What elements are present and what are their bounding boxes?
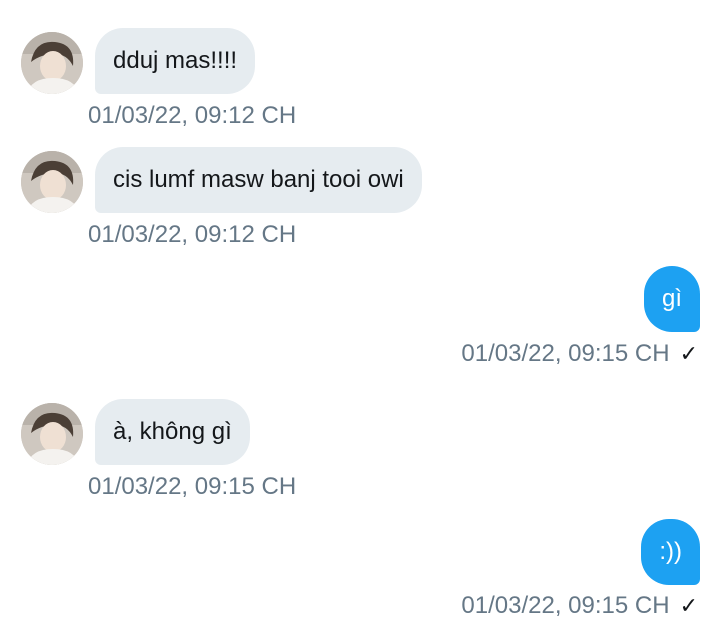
avatar-photo: [21, 403, 83, 465]
avatar[interactable]: [21, 403, 83, 465]
avatar-photo: [21, 151, 83, 213]
avatar[interactable]: [21, 151, 83, 213]
message-timestamp: 01/03/22, 09:12 CH: [88, 221, 297, 248]
message-timestamp: 01/03/22, 09:15 CH: [88, 473, 297, 500]
message-meta: 01/03/22, 09:15 CH ✓: [461, 340, 698, 368]
avatar[interactable]: [21, 32, 83, 94]
checkmark-icon: ✓: [679, 341, 698, 366]
checkmark-icon: ✓: [679, 593, 698, 618]
message-meta: 01/03/22, 09:15 CH ✓: [461, 592, 698, 620]
message-bubble[interactable]: :)): [641, 519, 700, 585]
message-timestamp: 01/03/22, 09:15 CH: [461, 592, 670, 619]
message-bubble[interactable]: cis lumf masw banj tooi owi: [95, 147, 422, 213]
message-bubble[interactable]: à, không gì: [95, 399, 250, 465]
avatar-photo: [21, 32, 83, 94]
message-bubble[interactable]: gì: [643, 266, 700, 332]
message-timestamp: 01/03/22, 09:12 CH: [88, 102, 297, 129]
message-timestamp: 01/03/22, 09:15 CH: [461, 340, 670, 367]
message-bubble[interactable]: dduj mas!!!!: [95, 28, 256, 94]
